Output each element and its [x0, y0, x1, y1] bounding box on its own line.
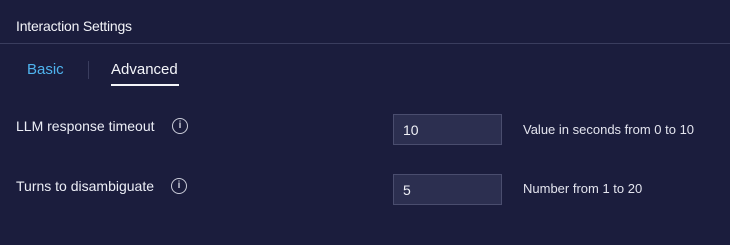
turns-to-disambiguate-hint: Number from 1 to 20	[523, 181, 643, 196]
turns-to-disambiguate-input[interactable]	[393, 174, 502, 205]
info-icon[interactable]: i	[172, 118, 188, 134]
tab-basic[interactable]: Basic	[27, 61, 64, 78]
panel-title: Interaction Settings	[16, 18, 132, 34]
interaction-settings-panel: Interaction Settings Basic Advanced LLM …	[0, 0, 730, 245]
turns-to-disambiguate-label: Turns to disambiguate	[16, 178, 154, 194]
tab-separator	[88, 61, 89, 79]
header-divider	[0, 43, 730, 44]
tab-advanced[interactable]: Advanced	[111, 61, 178, 78]
info-icon[interactable]: i	[171, 178, 187, 194]
llm-response-timeout-input[interactable]	[393, 114, 502, 145]
llm-response-timeout-hint: Value in seconds from 0 to 10	[523, 122, 695, 137]
active-tab-indicator	[111, 84, 179, 86]
llm-response-timeout-label: LLM response timeout	[16, 118, 155, 134]
